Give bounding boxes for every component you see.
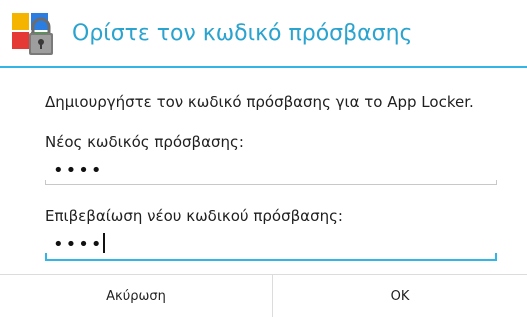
new-password-label: Νέος κωδικός πρόσβασης: bbox=[45, 133, 244, 151]
header-divider bbox=[0, 66, 527, 68]
new-password-value: •••• bbox=[53, 160, 104, 181]
ok-button[interactable]: OK bbox=[273, 275, 527, 317]
dialog-message: Δημιουργήστε τον κωδικό πρόσβασης για το… bbox=[45, 93, 474, 111]
cancel-button-label: Ακύρωση bbox=[106, 288, 166, 304]
confirm-password-value: •••• bbox=[53, 234, 104, 255]
new-password-underline bbox=[45, 184, 497, 185]
set-password-dialog: Ορίστε τον κωδικό πρόσβασης Δημιουργήστε… bbox=[0, 0, 527, 317]
dialog-header: Ορίστε τον κωδικό πρόσβασης bbox=[0, 0, 527, 66]
confirm-password-underline bbox=[45, 259, 497, 261]
confirm-password-underline-tick-left bbox=[45, 253, 47, 261]
cancel-button[interactable]: Ακύρωση bbox=[0, 275, 272, 317]
confirm-password-label: Επιβεβαίωση νέου κωδικού πρόσβασης: bbox=[45, 207, 343, 225]
ok-button-label: OK bbox=[390, 288, 410, 304]
dialog-title: Ορίστε τον κωδικό πρόσβασης bbox=[72, 21, 413, 46]
confirm-password-field[interactable]: •••• bbox=[45, 233, 497, 262]
new-password-underline-tick-right bbox=[496, 180, 497, 185]
confirm-password-underline-tick-right bbox=[495, 253, 497, 261]
new-password-underline-tick-left bbox=[45, 180, 46, 185]
app-locker-icon bbox=[12, 13, 54, 57]
text-cursor bbox=[103, 233, 106, 253]
